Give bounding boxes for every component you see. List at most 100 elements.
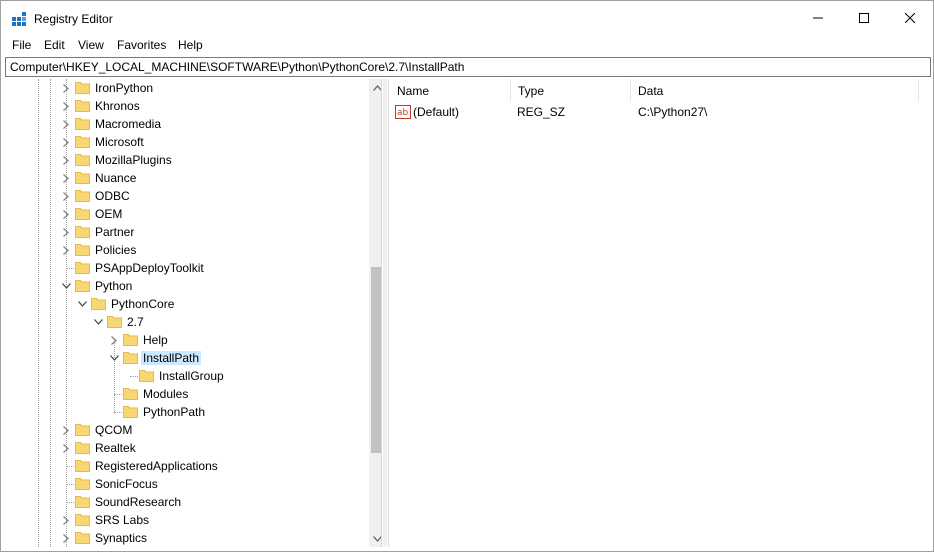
menu-favorites[interactable]: Favorites xyxy=(117,38,166,52)
tree-item-label[interactable]: Synaptics xyxy=(93,531,149,545)
tree-item[interactable]: SonicFocus xyxy=(5,475,365,493)
close-button[interactable] xyxy=(887,1,933,35)
scroll-down-button[interactable] xyxy=(369,530,381,547)
chevron-right-icon[interactable] xyxy=(61,209,71,219)
registry-editor-window: Registry Editor File Edit View Favorites… xyxy=(0,0,934,552)
tree-item[interactable]: PSAppDeployToolkit xyxy=(5,259,365,277)
tree-item-label[interactable]: Microsoft xyxy=(93,135,146,149)
tree-item[interactable]: SRS Labs xyxy=(5,511,365,529)
scroll-thumb[interactable] xyxy=(371,267,381,453)
chevron-right-icon[interactable] xyxy=(61,533,71,543)
tree-item[interactable]: QCOM xyxy=(5,421,365,439)
tree-item[interactable]: Synaptics xyxy=(5,529,365,547)
menu-help[interactable]: Help xyxy=(178,38,203,52)
tree-item[interactable]: Realtek xyxy=(5,439,365,457)
tree-item-label[interactable]: SoundResearch xyxy=(93,495,183,509)
tree-item[interactable]: InstallGroup xyxy=(5,367,365,385)
tree-item-label-selected[interactable]: InstallPath xyxy=(141,351,202,365)
column-header-type-label: Type xyxy=(518,84,545,98)
tree-item-label[interactable]: IronPython xyxy=(93,81,155,95)
tree-item-label[interactable]: PythonPath xyxy=(141,405,207,419)
chevron-down-icon[interactable] xyxy=(61,281,71,291)
chevron-right-icon[interactable] xyxy=(61,425,71,435)
tree-item[interactable]: Policies xyxy=(5,241,365,259)
chevron-right-icon[interactable] xyxy=(109,335,119,345)
tree-scrollbar[interactable] xyxy=(369,79,381,547)
tree-item[interactable]: PythonCore xyxy=(5,295,365,313)
tree-item-label[interactable]: InstallGroup xyxy=(157,369,226,383)
menu-file[interactable]: File xyxy=(12,38,31,52)
tree-item[interactable]: 2.7 xyxy=(5,313,365,331)
chevron-right-icon[interactable] xyxy=(61,101,71,111)
tree-item[interactable]: Help xyxy=(5,331,365,349)
tree-item[interactable]: OEM xyxy=(5,205,365,223)
maximize-button[interactable] xyxy=(841,1,887,35)
minimize-button[interactable] xyxy=(795,1,841,35)
tree-item[interactable]: Partner xyxy=(5,223,365,241)
maximize-icon xyxy=(859,13,869,23)
column-header-data[interactable]: Data xyxy=(630,79,919,101)
tree-item[interactable]: InstallPath xyxy=(5,349,365,367)
scroll-up-button[interactable] xyxy=(369,79,381,96)
title-bar[interactable]: Registry Editor xyxy=(1,1,933,35)
column-header-name[interactable]: Name xyxy=(389,79,511,101)
chevron-right-icon[interactable] xyxy=(61,515,71,525)
tree-item-label[interactable]: ODBC xyxy=(93,189,132,203)
tree-item[interactable]: IronPython xyxy=(5,79,365,97)
value-row[interactable]: ab (Default) REG_SZ C:\Python27\ xyxy=(389,103,929,121)
chevron-right-icon[interactable] xyxy=(61,227,71,237)
tree-item[interactable]: Khronos xyxy=(5,97,365,115)
menu-view[interactable]: View xyxy=(78,38,104,52)
tree-item-label[interactable]: RegisteredApplications xyxy=(93,459,220,473)
tree-item-label[interactable]: Help xyxy=(141,333,170,347)
tree-item-label[interactable]: PythonCore xyxy=(109,297,176,311)
chevron-right-icon[interactable] xyxy=(61,191,71,201)
tree-item[interactable]: Macromedia xyxy=(5,115,365,133)
chevron-down-icon[interactable] xyxy=(93,317,103,327)
tree-item-label[interactable]: Macromedia xyxy=(93,117,163,131)
tree-item-label[interactable]: Modules xyxy=(141,387,190,401)
menu-edit[interactable]: Edit xyxy=(44,38,65,52)
column-header-type[interactable]: Type xyxy=(510,79,631,101)
chevron-down-icon[interactable] xyxy=(109,353,119,363)
chevron-right-icon[interactable] xyxy=(61,245,71,255)
chevron-right-icon[interactable] xyxy=(61,137,71,147)
chevron-right-icon[interactable] xyxy=(61,119,71,129)
chevron-up-icon xyxy=(373,84,381,91)
tree-item[interactable]: ODBC xyxy=(5,187,365,205)
tree-item[interactable]: Nuance xyxy=(5,169,365,187)
chevron-down-icon[interactable] xyxy=(77,299,87,309)
address-path[interactable]: Computer\HKEY_LOCAL_MACHINE\SOFTWARE\Pyt… xyxy=(10,60,464,74)
tree-item-label[interactable]: Realtek xyxy=(93,441,138,455)
tree-item-label[interactable]: QCOM xyxy=(93,423,134,437)
tree-item-label[interactable]: MozillaPlugins xyxy=(93,153,174,167)
tree-item[interactable]: MozillaPlugins xyxy=(5,151,365,169)
folder-icon xyxy=(75,532,90,544)
tree-item-label[interactable]: 2.7 xyxy=(125,315,146,329)
tree-item-label[interactable]: Khronos xyxy=(93,99,142,113)
tree-item[interactable]: RegisteredApplications xyxy=(5,457,365,475)
tree-item-label[interactable]: Nuance xyxy=(93,171,138,185)
folder-icon xyxy=(75,478,90,490)
values-list-pane[interactable]: Name Type Data ab (Default) REG_SZ C:\Py… xyxy=(388,79,933,547)
tree-item[interactable]: PythonPath xyxy=(5,403,365,421)
tree-item-label[interactable]: SonicFocus xyxy=(93,477,160,491)
pane-splitter[interactable] xyxy=(383,79,387,547)
chevron-right-icon[interactable] xyxy=(61,155,71,165)
address-bar[interactable]: Computer\HKEY_LOCAL_MACHINE\SOFTWARE\Pyt… xyxy=(5,57,931,77)
tree-item[interactable]: Microsoft xyxy=(5,133,365,151)
folder-icon xyxy=(75,172,90,184)
tree-item-label[interactable]: SRS Labs xyxy=(93,513,151,527)
chevron-right-icon[interactable] xyxy=(61,173,71,183)
key-tree-pane[interactable]: IronPython Khronos Macromedia Microsoft Mozi… xyxy=(5,79,382,547)
tree-item[interactable]: Modules xyxy=(5,385,365,403)
tree-item-label[interactable]: Python xyxy=(93,279,134,293)
chevron-right-icon[interactable] xyxy=(61,443,71,453)
tree-item-label[interactable]: PSAppDeployToolkit xyxy=(93,261,206,275)
tree-item-label[interactable]: Partner xyxy=(93,225,136,239)
tree-item-label[interactable]: OEM xyxy=(93,207,124,221)
tree-item[interactable]: Python xyxy=(5,277,365,295)
tree-item[interactable]: SoundResearch xyxy=(5,493,365,511)
chevron-right-icon[interactable] xyxy=(61,83,71,93)
tree-item-label[interactable]: Policies xyxy=(93,243,138,257)
